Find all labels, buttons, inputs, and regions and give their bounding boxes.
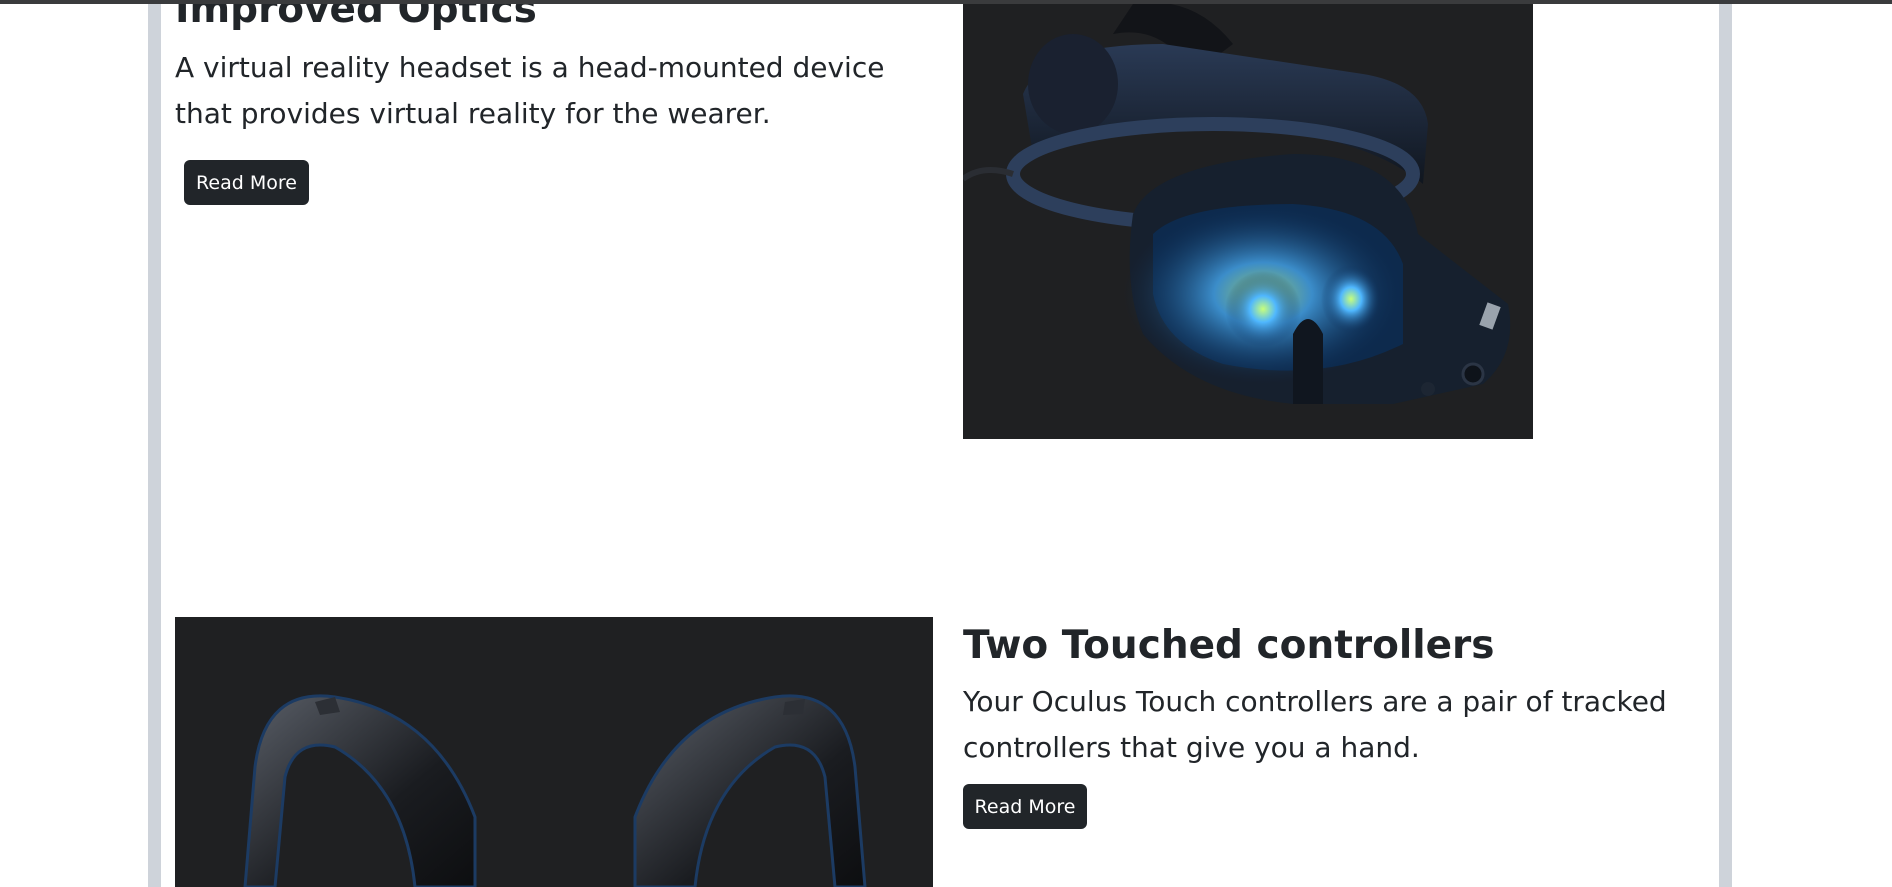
section-title-controllers: Two Touched controllers — [963, 623, 1495, 668]
vr-headset-image — [963, 4, 1533, 439]
page-frame: Improved Optics A virtual reality headse… — [148, 4, 1732, 887]
content-area: Improved Optics A virtual reality headse… — [161, 4, 1719, 887]
read-more-button-controllers[interactable]: Read More — [963, 784, 1087, 829]
section-title-optics: Improved Optics — [175, 4, 537, 32]
section-description-controllers: Your Oculus Touch controllers are a pair… — [963, 685, 1667, 764]
section-description-optics: A virtual reality headset is a head-moun… — [175, 51, 885, 130]
read-more-button-optics[interactable]: Read More — [184, 160, 309, 205]
touch-controllers-image — [175, 617, 933, 887]
